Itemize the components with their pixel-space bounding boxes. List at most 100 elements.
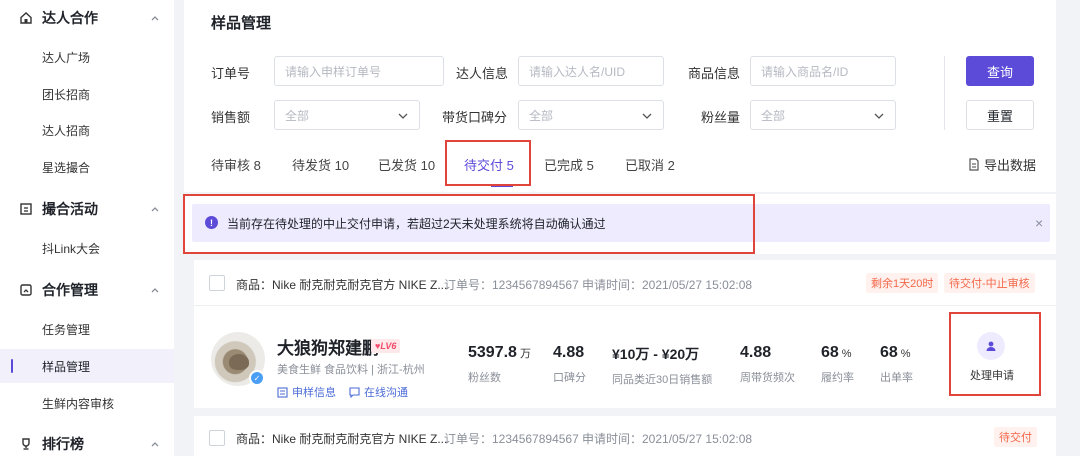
sidebar-item-team-recruit[interactable]: 团长招商 — [0, 77, 174, 111]
chevron-down-icon — [642, 113, 652, 119]
verified-icon: ✓ — [249, 370, 265, 386]
order-number-input[interactable]: 请输入申样订单号 — [274, 56, 444, 86]
calendar-icon — [20, 203, 32, 215]
alert-text: 当前存在待处理的中止交付申请，若超过2天未处理系统将自动确认通过 — [227, 217, 606, 231]
alert-panel: ! 当前存在待处理的中止交付申请，若超过2天未处理系统将自动确认通过 × — [184, 194, 1056, 254]
stat-category-sales: ¥10万 - ¥20万 同品类近30日销售额 — [612, 344, 712, 387]
order-card: 商品：Nike 耐克耐克耐克官方 NIKE Z... 订单号：123456789… — [194, 416, 1056, 456]
active-tab-indicator — [491, 185, 513, 187]
sample-info-link[interactable]: 申样信息 — [277, 384, 336, 400]
stat-value: ¥10万 - ¥20万 — [612, 346, 700, 362]
sidebar-item-label: 样品管理 — [42, 359, 91, 374]
pending-stop-delivery-alert: ! 当前存在待处理的中止交付申请，若超过2天未处理系统将自动确认通过 × — [192, 204, 1050, 242]
countdown-badge: 剩余1天20时 — [866, 273, 939, 293]
fans-select-value: 全部 — [761, 108, 786, 123]
document-icon — [969, 158, 979, 171]
sidebar-item-douyin-link[interactable]: 抖Link大会 — [0, 231, 174, 265]
sidebar-group-label: 达人合作 — [42, 10, 98, 26]
online-chat-link[interactable]: 在线沟通 — [349, 384, 408, 400]
page-title: 样品管理 — [211, 15, 272, 32]
sidebar-item-fresh-content-review[interactable]: 生鲜内容审核 — [0, 386, 174, 420]
reputation-select[interactable]: 全部 — [518, 100, 664, 130]
sidebar-item-sample-management[interactable]: 样品管理 — [0, 349, 174, 383]
tab-completed[interactable]: 已完成 5 — [544, 155, 594, 174]
filter-divider — [944, 56, 945, 130]
reputation-label: 带货口碑分 — [442, 110, 508, 125]
sidebar-item-label: 达人广场 — [42, 50, 91, 65]
handle-request-label: 处理申请 — [970, 370, 1014, 382]
influencer-tags: 美食生鲜 食品饮料 | 浙江-杭州 — [277, 364, 425, 376]
sidebar-group-ranking[interactable]: 排行榜 — [0, 426, 174, 456]
sidebar-item-influencer-recruit[interactable]: 达人招商 — [0, 113, 174, 147]
sidebar: 达人合作 达人广场 团长招商 达人招商 星选撮合 撮合活动 抖Link大会 合作… — [0, 0, 174, 456]
stat-label: 口碑分 — [553, 372, 586, 384]
sample-info-label: 申样信息 — [292, 387, 336, 399]
sidebar-item-influencer-square[interactable]: 达人广场 — [0, 40, 174, 74]
order-header: 商品：Nike 耐克耐克耐克官方 NIKE Z... 订单号：123456789… — [194, 416, 1056, 456]
stat-value: 5397.8 — [468, 344, 517, 361]
level-badge-text: LV6 — [380, 341, 397, 351]
product-info-input[interactable]: 请输入商品名/ID — [750, 56, 896, 86]
trophy-icon — [22, 438, 30, 450]
stat-fans: 5397.8 万 粉丝数 — [468, 344, 531, 385]
order-product: 商品：Nike 耐克耐克耐克官方 NIKE Z... — [236, 432, 448, 446]
order-number-label: 订单号 — [211, 66, 251, 81]
handle-request-button[interactable]: 处理申请 — [954, 326, 1030, 388]
reset-button[interactable]: 重置 — [966, 100, 1034, 130]
influencer-name[interactable]: 大狼狗郑建鹏 — [277, 334, 379, 359]
stat-unit: % — [841, 348, 852, 360]
sidebar-item-label: 任务管理 — [42, 322, 91, 337]
fans-select[interactable]: 全部 — [750, 100, 896, 130]
stat-label: 同品类近30日销售额 — [612, 374, 713, 386]
tab-pending-shipment[interactable]: 待发货 10 — [292, 155, 349, 174]
sales-select[interactable]: 全部 — [274, 100, 420, 130]
stat-unit: % — [900, 348, 911, 360]
sidebar-item-label: 星选撮合 — [42, 160, 91, 175]
sidebar-item-label: 团长招商 — [42, 87, 91, 102]
order-checkbox[interactable] — [209, 275, 225, 291]
chevron-up-icon — [151, 442, 159, 447]
level-badge: ♥ LV6 — [371, 339, 401, 353]
sidebar-item-star-match[interactable]: 星选撮合 — [0, 150, 174, 184]
document-icon — [277, 386, 288, 398]
stat-label: 粉丝数 — [468, 372, 501, 384]
info-icon: ! — [205, 216, 218, 229]
cat-avatar-image — [229, 354, 249, 370]
sidebar-group-label: 撮合活动 — [42, 201, 98, 217]
influencer-info-label: 达人信息 — [456, 66, 509, 81]
tab-pending-review[interactable]: 待审核 8 — [211, 155, 261, 174]
stat-value: 4.88 — [553, 344, 585, 361]
sidebar-group-label: 排行榜 — [42, 436, 84, 452]
reputation-select-value: 全部 — [529, 108, 554, 123]
stat-unit: 万 — [519, 348, 531, 360]
status-badge: 待交付 — [994, 427, 1037, 447]
stat-label: 履约率 — [821, 372, 854, 384]
sidebar-group-cooperation-management[interactable]: 合作管理 — [0, 272, 174, 308]
sidebar-item-task-management[interactable]: 任务管理 — [0, 312, 174, 346]
sidebar-item-label: 生鲜内容审核 — [42, 396, 115, 411]
influencer-info-input[interactable]: 请输入达人名/UID — [518, 56, 664, 86]
order-checkbox[interactable] — [209, 430, 225, 446]
sales-label: 销售额 — [211, 110, 251, 125]
chevron-down-icon — [874, 113, 884, 119]
chat-icon — [349, 386, 360, 398]
product-info-label: 商品信息 — [688, 66, 741, 81]
chevron-up-icon — [151, 16, 159, 21]
search-button[interactable]: 查询 — [966, 56, 1034, 86]
export-data-label: 导出数据 — [984, 158, 1037, 173]
chevron-down-icon — [398, 113, 408, 119]
order-card: 商品：Nike 耐克耐克耐克官方 NIKE Z... 订单号：123456789… — [194, 260, 1056, 408]
stat-reputation: 4.88 口碑分 — [553, 344, 586, 385]
close-icon[interactable]: × — [1035, 215, 1043, 231]
sidebar-group-influencer-cooperation[interactable]: 达人合作 — [0, 0, 174, 36]
clipboard-icon — [20, 284, 32, 296]
sidebar-group-label: 合作管理 — [42, 282, 98, 298]
filter-panel: 样品管理 订单号 请输入申样订单号 达人信息 请输入达人名/UID 商品信息 请… — [184, 0, 1056, 192]
stat-order-rate: 68% 出单率 — [880, 344, 913, 385]
tab-cancelled[interactable]: 已取消 2 — [625, 155, 675, 174]
tab-shipped[interactable]: 已发货 10 — [378, 155, 435, 174]
tab-pending-delivery[interactable]: 待交付 5 — [464, 155, 514, 174]
chevron-up-icon — [151, 288, 159, 293]
export-data-button[interactable]: 导出数据 — [968, 155, 1036, 174]
sidebar-group-match-activity[interactable]: 撮合活动 — [0, 191, 174, 227]
